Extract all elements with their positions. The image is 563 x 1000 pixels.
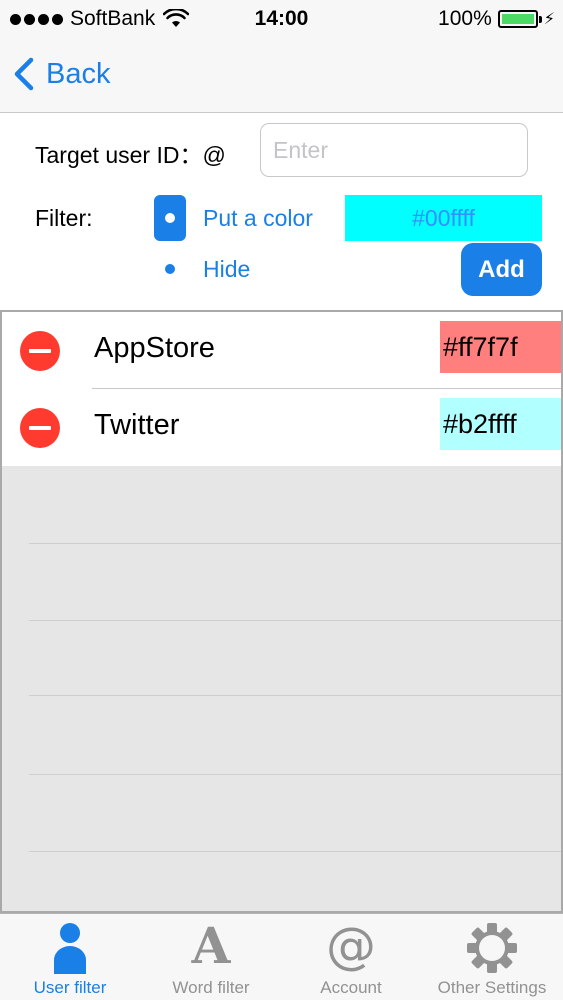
row-color-swatch: #b2ffff [440,398,561,450]
add-button[interactable]: Add [461,243,542,296]
wifi-icon [163,9,190,27]
radio-hide[interactable] [154,253,186,285]
status-right: 100% ⚡ [438,7,555,31]
delete-icon[interactable] [20,331,60,371]
person-icon [54,923,86,974]
empty-row-divider [29,774,561,775]
status-left: SoftBank [10,7,190,31]
letter-a-icon: A [191,916,231,975]
back-button[interactable]: Back [12,52,110,96]
filter-label: Filter: [35,205,93,231]
hide-option-label[interactable]: Hide [203,256,250,283]
signal-strength-icon [10,13,63,25]
row-user-name: Twitter [94,409,180,441]
battery-icon [497,10,542,28]
navigation-bar: Back [0,38,563,113]
radio-put-color[interactable] [154,195,186,241]
user-filter-list: AppStore #ff7f7f Twitter #b2ffff [0,310,563,913]
target-user-id-input[interactable] [260,123,528,177]
tab-label: Account [320,978,382,997]
target-user-id-label: Target user ID：@ [35,142,226,168]
status-bar: SoftBank 14:00 100% ⚡ [0,0,563,38]
empty-row-divider [29,695,561,696]
back-label: Back [46,57,111,90]
color-value-field[interactable]: #00ffff [345,195,542,241]
tab-label: User filter [33,978,107,997]
empty-row-divider [29,851,561,852]
tab-other-settings[interactable]: Other Settings [422,914,562,1000]
battery-fill [501,14,534,24]
tab-word-filter[interactable]: A Word filter [141,914,281,1000]
carrier-name: SoftBank [70,7,156,30]
tab-user-filter[interactable]: User filter [0,914,140,1000]
battery-percent: 100% [438,7,492,30]
tab-bar: User filter A Word filter @ Account Othe… [0,913,563,1000]
empty-row-divider [29,543,561,544]
at-sign-icon: @ [326,917,376,975]
chevron-left-icon [14,57,34,91]
tab-label: Other Settings [437,978,547,997]
row-user-name: AppStore [94,332,215,364]
gear-icon [467,923,517,973]
tab-label: Word filter [172,978,250,997]
row-color-swatch: #ff7f7f [440,321,561,373]
table-row[interactable]: Twitter #b2ffff [2,389,561,466]
app-window: SoftBank 14:00 100% ⚡ Back Target user I… [0,0,563,1000]
empty-row-divider [29,620,561,621]
filter-form: Target user ID：@ Filter: Put a color #00… [0,113,563,310]
tab-account[interactable]: @ Account [281,914,421,1000]
table-row[interactable]: AppStore #ff7f7f [2,312,561,389]
put-color-option-label[interactable]: Put a color [203,205,313,232]
delete-icon[interactable] [20,408,60,448]
charging-bolt-icon: ⚡ [543,11,555,28]
